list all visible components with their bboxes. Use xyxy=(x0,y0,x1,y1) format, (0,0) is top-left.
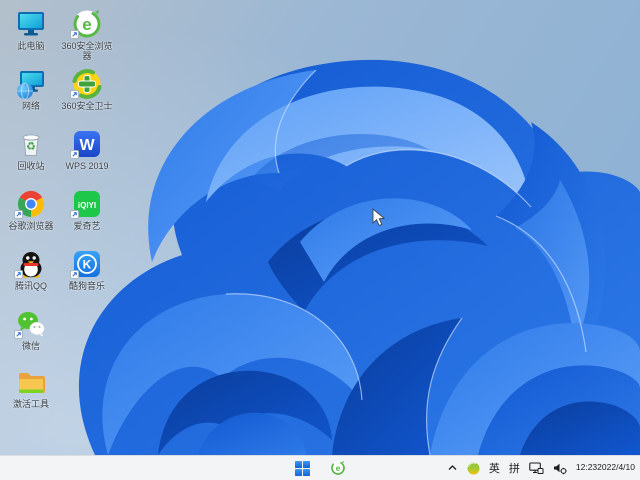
svg-text:iQIYI: iQIYI xyxy=(78,201,96,210)
taskbar-360-browser-button[interactable]: e xyxy=(327,458,349,478)
icon-label: 腾讯QQ xyxy=(14,281,47,291)
clock-time: 12:23 xyxy=(575,462,598,473)
network-ethernet-icon xyxy=(529,461,544,474)
360-browser-icon: e xyxy=(70,8,103,40)
shortcut-arrow-icon xyxy=(14,270,23,279)
shortcut-arrow-icon xyxy=(14,210,23,219)
system-tray: 英 拼 12:23 2022/4/10 xyxy=(447,456,635,480)
chrome-icon xyxy=(14,188,47,220)
speaker-icon xyxy=(553,463,567,474)
desktop-icon-grid: 此电脑 e 360安全浏览器 网络 360安全卫士 ♻ 回收站 W WPS 20… xyxy=(0,0,640,455)
start-button[interactable] xyxy=(292,458,314,478)
desktop-icon-wps[interactable]: W WPS 2019 xyxy=(60,128,114,171)
icon-label: 回收站 xyxy=(17,161,45,171)
shortcut-arrow-icon xyxy=(70,210,79,219)
windows-logo-icon xyxy=(295,460,310,476)
icon-label: 此电脑 xyxy=(17,41,45,51)
svg-text:♻: ♻ xyxy=(26,140,36,153)
network-icon xyxy=(15,68,47,100)
icon-label: 360安全浏览器 xyxy=(61,41,113,61)
kugou-icon: K xyxy=(70,248,103,280)
desktop-icon-this-pc[interactable]: 此电脑 xyxy=(4,8,58,51)
shortcut-arrow-icon xyxy=(70,270,79,279)
shortcut-arrow-icon xyxy=(70,30,79,39)
desktop-icon-kugou[interactable]: K 酷狗音乐 xyxy=(60,248,114,291)
desktop-icon-chrome[interactable]: 谷歌浏览器 xyxy=(4,188,58,231)
ime-language-indicator[interactable]: 英 xyxy=(489,458,500,478)
icon-label: 激活工具 xyxy=(12,399,49,409)
shortcut-arrow-icon xyxy=(70,90,79,99)
qq-icon xyxy=(14,248,47,280)
icon-label: WPS 2019 xyxy=(65,161,109,171)
desktop-icon-wechat[interactable]: 微信 xyxy=(4,308,58,351)
shortcut-arrow-icon xyxy=(14,330,23,339)
360-safe-tray-icon xyxy=(467,462,480,474)
desktop-icon-360-safe[interactable]: 360安全卫士 xyxy=(60,68,114,111)
icon-label: 酷狗音乐 xyxy=(68,281,105,291)
tray-network[interactable] xyxy=(529,458,544,478)
svg-text:e: e xyxy=(335,463,340,473)
desktop-icon-network[interactable]: 网络 xyxy=(4,68,58,111)
taskbar-clock[interactable]: 12:23 2022/4/10 xyxy=(576,458,635,478)
desktop-icon-iqiyi[interactable]: iQIYI 爱奇艺 xyxy=(60,188,114,231)
this-pc-icon xyxy=(15,8,47,40)
shortcut-arrow-icon xyxy=(70,150,79,159)
desktop-icon-qq[interactable]: 腾讯QQ xyxy=(4,248,58,291)
desktop-icon-recycle-bin[interactable]: ♻ 回收站 xyxy=(4,128,58,171)
tray-360-safe[interactable] xyxy=(467,458,480,478)
tray-volume[interactable] xyxy=(553,458,567,478)
recycle-bin-icon: ♻ xyxy=(15,128,47,160)
icon-label: 爱奇艺 xyxy=(73,221,101,231)
wps-icon: W xyxy=(70,128,103,160)
icon-label: 谷歌浏览器 xyxy=(8,221,54,231)
desktop-icon-activation-folder[interactable]: 激活工具 xyxy=(4,366,58,409)
wechat-icon xyxy=(14,308,47,340)
icon-label: 360安全卫士 xyxy=(61,101,113,111)
clock-date: 2022/4/10 xyxy=(597,462,635,473)
svg-text:K: K xyxy=(83,258,92,272)
icon-label: 微信 xyxy=(21,341,40,351)
desktop-icon-360-browser[interactable]: e 360安全浏览器 xyxy=(60,8,114,61)
tray-overflow-chevron[interactable] xyxy=(447,458,458,478)
taskbar: e 英 拼 12:23 2022/4/10 xyxy=(0,455,640,480)
ime-mode-indicator[interactable]: 拼 xyxy=(509,458,520,478)
iqiyi-icon: iQIYI xyxy=(70,188,103,220)
svg-text:e: e xyxy=(82,15,91,34)
folder-icon xyxy=(15,366,47,398)
360-safe-icon xyxy=(70,68,103,100)
desktop: 此电脑 e 360安全浏览器 网络 360安全卫士 ♻ 回收站 W WPS 20… xyxy=(0,0,640,480)
svg-text:W: W xyxy=(79,137,95,154)
chevron-up-icon xyxy=(448,465,457,470)
icon-label: 网络 xyxy=(21,101,40,111)
360-browser-icon: e xyxy=(330,461,345,475)
